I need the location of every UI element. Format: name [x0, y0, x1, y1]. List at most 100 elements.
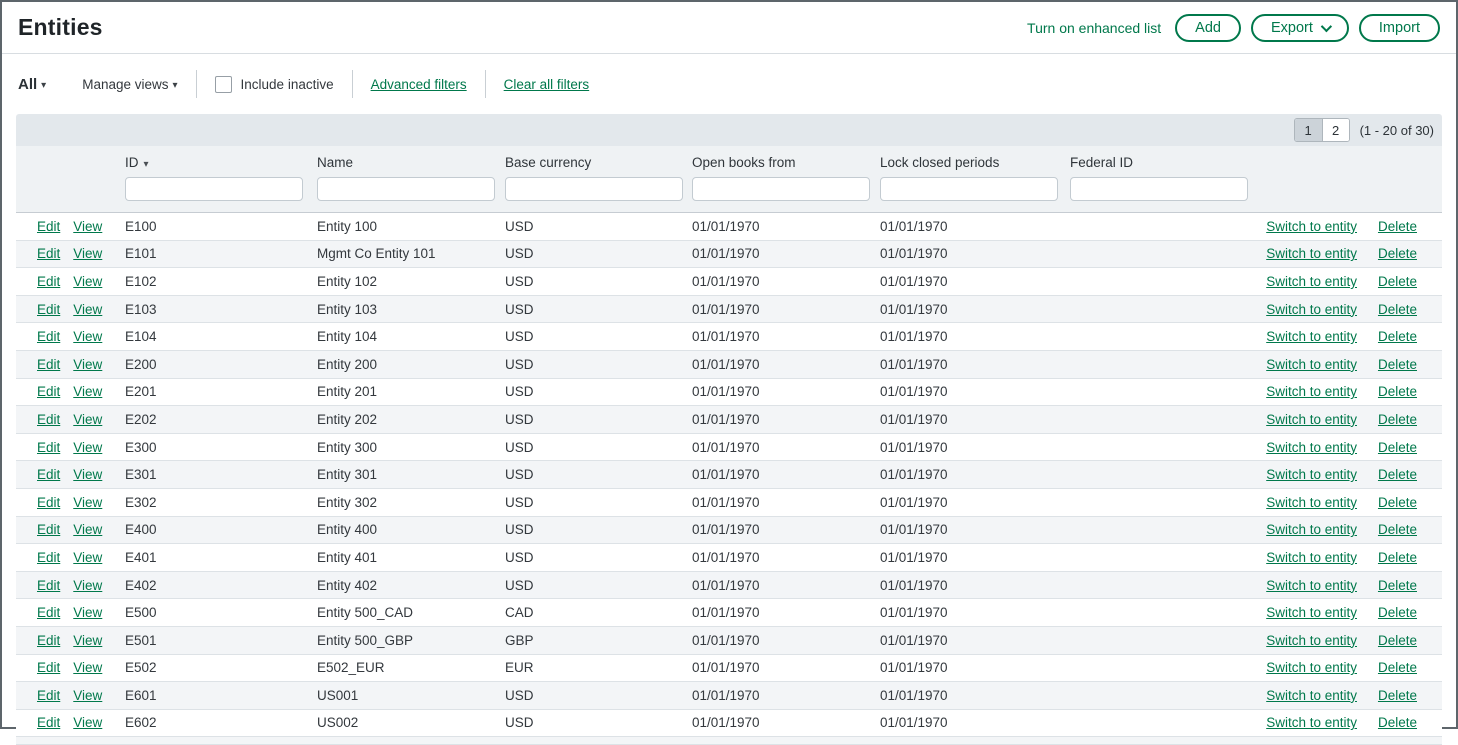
delete-link[interactable]: Delete — [1378, 274, 1417, 289]
entity-id-cell: E302 — [125, 495, 317, 510]
column-header-lock-closed-periods[interactable]: Lock closed periods — [880, 155, 1070, 177]
delete-link[interactable]: Delete — [1378, 467, 1417, 482]
lock-closed-periods-filter-input[interactable] — [880, 177, 1058, 201]
page-2-button[interactable]: 2 — [1322, 119, 1349, 141]
switch-to-entity-link[interactable]: Switch to entity — [1266, 302, 1357, 317]
view-link[interactable]: View — [73, 219, 102, 234]
switch-to-entity-link[interactable]: Switch to entity — [1266, 440, 1357, 455]
advanced-filters-link[interactable]: Advanced filters — [371, 77, 467, 92]
delete-link[interactable]: Delete — [1378, 412, 1417, 427]
edit-link[interactable]: Edit — [37, 522, 60, 537]
delete-link[interactable]: Delete — [1378, 495, 1417, 510]
edit-link[interactable]: Edit — [37, 715, 60, 730]
switch-to-entity-link[interactable]: Switch to entity — [1266, 384, 1357, 399]
delete-link[interactable]: Delete — [1378, 633, 1417, 648]
edit-link[interactable]: Edit — [37, 412, 60, 427]
edit-link[interactable]: Edit — [37, 688, 60, 703]
view-link[interactable]: View — [73, 329, 102, 344]
view-link[interactable]: View — [73, 384, 102, 399]
view-link[interactable]: View — [73, 440, 102, 455]
view-link[interactable]: View — [73, 302, 102, 317]
include-inactive-checkbox[interactable] — [215, 76, 232, 93]
column-header-name[interactable]: Name — [317, 155, 505, 177]
view-link[interactable]: View — [73, 467, 102, 482]
edit-link[interactable]: Edit — [37, 633, 60, 648]
delete-link[interactable]: Delete — [1378, 660, 1417, 675]
id-filter-input[interactable] — [125, 177, 303, 201]
edit-link[interactable]: Edit — [37, 302, 60, 317]
view-link[interactable]: View — [73, 495, 102, 510]
switch-to-entity-link[interactable]: Switch to entity — [1266, 605, 1357, 620]
column-header-federal-id[interactable]: Federal ID — [1070, 155, 1257, 177]
delete-link[interactable]: Delete — [1378, 329, 1417, 344]
switch-to-entity-link[interactable]: Switch to entity — [1266, 495, 1357, 510]
delete-link[interactable]: Delete — [1378, 550, 1417, 565]
edit-link[interactable]: Edit — [37, 660, 60, 675]
view-link[interactable]: View — [73, 522, 102, 537]
switch-to-entity-link[interactable]: Switch to entity — [1266, 633, 1357, 648]
switch-to-entity-link[interactable]: Switch to entity — [1266, 219, 1357, 234]
switch-to-entity-link[interactable]: Switch to entity — [1266, 274, 1357, 289]
edit-link[interactable]: Edit — [37, 550, 60, 565]
switch-to-entity-link[interactable]: Switch to entity — [1266, 688, 1357, 703]
base-currency-filter-input[interactable] — [505, 177, 683, 201]
column-header-id[interactable]: ID▾ — [125, 155, 317, 177]
clear-all-filters-link[interactable]: Clear all filters — [504, 77, 590, 92]
switch-to-entity-link[interactable]: Switch to entity — [1266, 357, 1357, 372]
delete-link[interactable]: Delete — [1378, 384, 1417, 399]
view-link[interactable]: View — [73, 660, 102, 675]
edit-link[interactable]: Edit — [37, 246, 60, 261]
edit-link[interactable]: Edit — [37, 440, 60, 455]
open-books-from-filter-input[interactable] — [692, 177, 870, 201]
edit-link[interactable]: Edit — [37, 605, 60, 620]
delete-link[interactable]: Delete — [1378, 440, 1417, 455]
edit-link[interactable]: Edit — [37, 384, 60, 399]
delete-link[interactable]: Delete — [1378, 302, 1417, 317]
export-button[interactable]: Export — [1251, 14, 1349, 42]
switch-to-entity-link[interactable]: Switch to entity — [1266, 522, 1357, 537]
delete-link[interactable]: Delete — [1378, 357, 1417, 372]
edit-link[interactable]: Edit — [37, 357, 60, 372]
view-link[interactable]: View — [73, 357, 102, 372]
edit-link[interactable]: Edit — [37, 219, 60, 234]
switch-to-entity-link[interactable]: Switch to entity — [1266, 550, 1357, 565]
view-link[interactable]: View — [73, 412, 102, 427]
delete-link[interactable]: Delete — [1378, 246, 1417, 261]
delete-link[interactable]: Delete — [1378, 715, 1417, 730]
switch-to-entity-link[interactable]: Switch to entity — [1266, 246, 1357, 261]
name-filter-input[interactable] — [317, 177, 495, 201]
view-link[interactable]: View — [73, 715, 102, 730]
edit-link[interactable]: Edit — [37, 329, 60, 344]
switch-to-entity-link[interactable]: Switch to entity — [1266, 660, 1357, 675]
delete-link[interactable]: Delete — [1378, 688, 1417, 703]
edit-link[interactable]: Edit — [37, 467, 60, 482]
delete-link[interactable]: Delete — [1378, 578, 1417, 593]
turn-on-enhanced-list-link[interactable]: Turn on enhanced list — [1027, 20, 1161, 36]
column-header-open-books-from[interactable]: Open books from — [692, 155, 880, 177]
delete-link[interactable]: Delete — [1378, 605, 1417, 620]
view-link[interactable]: View — [73, 578, 102, 593]
edit-link[interactable]: Edit — [37, 578, 60, 593]
switch-to-entity-link[interactable]: Switch to entity — [1266, 715, 1357, 730]
import-button[interactable]: Import — [1359, 14, 1440, 42]
manage-views-dropdown[interactable]: Manage views▾ — [82, 77, 177, 92]
switch-to-entity-link[interactable]: Switch to entity — [1266, 578, 1357, 593]
view-selector-dropdown[interactable]: All▾ — [18, 76, 46, 93]
delete-link[interactable]: Delete — [1378, 219, 1417, 234]
view-link[interactable]: View — [73, 550, 102, 565]
view-link[interactable]: View — [73, 688, 102, 703]
view-link[interactable]: View — [73, 274, 102, 289]
edit-link[interactable]: Edit — [37, 274, 60, 289]
column-header-base-currency[interactable]: Base currency — [505, 155, 692, 177]
add-button[interactable]: Add — [1175, 14, 1241, 42]
switch-to-entity-link[interactable]: Switch to entity — [1266, 467, 1357, 482]
delete-link[interactable]: Delete — [1378, 522, 1417, 537]
switch-to-entity-link[interactable]: Switch to entity — [1266, 412, 1357, 427]
federal-id-filter-input[interactable] — [1070, 177, 1248, 201]
page-1-button[interactable]: 1 — [1295, 119, 1322, 141]
view-link[interactable]: View — [73, 633, 102, 648]
view-link[interactable]: View — [73, 246, 102, 261]
view-link[interactable]: View — [73, 605, 102, 620]
switch-to-entity-link[interactable]: Switch to entity — [1266, 329, 1357, 344]
edit-link[interactable]: Edit — [37, 495, 60, 510]
